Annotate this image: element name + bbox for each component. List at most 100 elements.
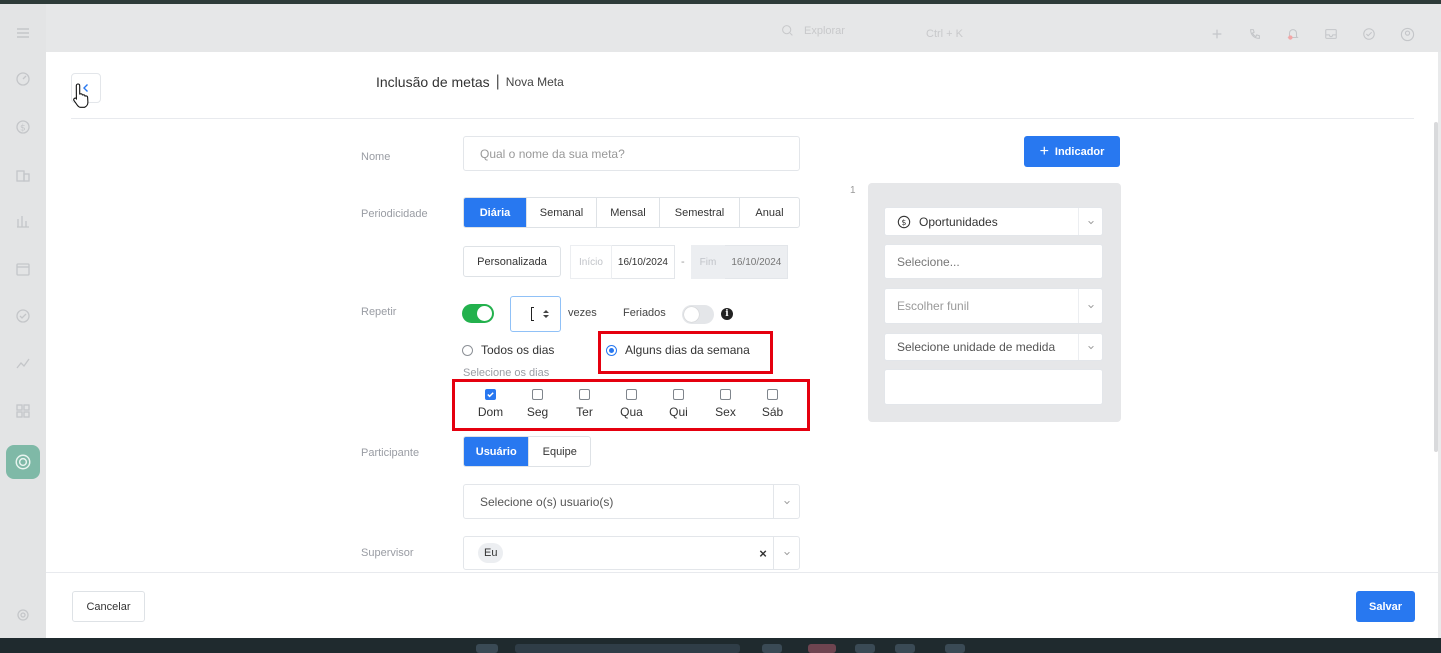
- supervisor-select[interactable]: Eu ×: [463, 536, 800, 570]
- start-date-input[interactable]: 16/10/2024: [611, 245, 675, 279]
- chevron-down-icon[interactable]: [773, 537, 799, 569]
- taskbar-app-icon[interactable]: [808, 644, 836, 653]
- indicator-type-select[interactable]: $ Oportunidades: [884, 207, 1103, 236]
- some-days-radio[interactable]: [606, 344, 617, 356]
- title-separator: |: [495, 73, 500, 90]
- add-indicator-button[interactable]: + Indicador: [1024, 136, 1120, 167]
- dashboard-icon[interactable]: [14, 70, 32, 88]
- target-icon: [15, 454, 31, 470]
- day-ter-checkbox[interactable]: [579, 389, 590, 400]
- calendar-icon[interactable]: [14, 260, 32, 278]
- holidays-toggle[interactable]: [682, 305, 714, 324]
- start-icon[interactable]: [476, 644, 498, 653]
- period-option-semanal[interactable]: Semanal: [527, 198, 597, 227]
- funnel-select[interactable]: Escolher funil: [884, 288, 1103, 324]
- header-divider: [71, 118, 1414, 119]
- date-range: Início 16/10/2024 - Fim 16/10/2024: [570, 245, 789, 279]
- phone-icon[interactable]: [1247, 26, 1263, 42]
- building-icon[interactable]: [14, 166, 32, 184]
- period-option-mensal[interactable]: Mensal: [597, 198, 660, 227]
- day-dom-checkbox[interactable]: [485, 389, 496, 400]
- goal-name-input[interactable]: Qual o nome da sua meta?: [463, 136, 800, 171]
- stepper-arrows-icon[interactable]: [542, 308, 550, 320]
- plus-icon[interactable]: [1209, 26, 1225, 42]
- page-header: Inclusão de metas | Nova Meta: [376, 73, 564, 91]
- all-days-radio[interactable]: [462, 344, 473, 356]
- profile-icon[interactable]: [1399, 26, 1415, 42]
- day-ter-label: Ter: [576, 405, 593, 419]
- all-days-option[interactable]: Todos os dias: [462, 343, 554, 357]
- day-seg-label: Seg: [526, 405, 549, 419]
- clear-icon[interactable]: ×: [753, 546, 773, 561]
- day-dom[interactable]: Dom: [467, 389, 514, 419]
- custom-period-button[interactable]: Personalizada: [463, 246, 561, 277]
- top-bar: Explorar Ctrl + K: [46, 4, 1441, 52]
- top-actions: [1209, 26, 1415, 42]
- day-sab[interactable]: Sáb: [749, 389, 796, 419]
- day-sab-checkbox[interactable]: [767, 389, 778, 400]
- panel-scrollbar[interactable]: [1434, 122, 1438, 452]
- unit-select[interactable]: Selecione unidade de medida: [884, 333, 1103, 361]
- bar-chart-icon[interactable]: [14, 212, 32, 230]
- trend-icon[interactable]: [14, 354, 32, 372]
- check-circle-icon[interactable]: [14, 307, 32, 325]
- end-date-label: Fim: [690, 245, 726, 279]
- day-ter[interactable]: Ter: [561, 389, 608, 419]
- taskbar-app-icon[interactable]: [895, 644, 915, 653]
- repeat-toggle[interactable]: [462, 304, 494, 323]
- dollar-icon[interactable]: $: [14, 118, 32, 136]
- day-sex-checkbox[interactable]: [720, 389, 731, 400]
- taskbar-search[interactable]: [515, 644, 740, 653]
- period-option-anual[interactable]: Anual: [740, 198, 799, 227]
- participant-selector: Usuário Equipe: [463, 436, 591, 467]
- period-option-semestral[interactable]: Semestral: [660, 198, 740, 227]
- plus-icon: +: [1039, 142, 1049, 160]
- end-date-input: 16/10/2024: [725, 245, 789, 279]
- notification-icon[interactable]: [1285, 26, 1301, 42]
- day-seg[interactable]: Seg: [514, 389, 561, 419]
- users-select[interactable]: Selecione o(s) usuario(s): [463, 484, 800, 519]
- chevron-down-icon[interactable]: [1078, 334, 1102, 360]
- day-qui-checkbox[interactable]: [673, 389, 684, 400]
- day-sex[interactable]: Sex: [702, 389, 749, 419]
- select-days-label: Selecione os dias: [463, 367, 550, 379]
- participant-option-equipe[interactable]: Equipe: [529, 437, 590, 466]
- taskbar-app-icon[interactable]: [762, 644, 782, 653]
- supervisor-chip: Eu: [478, 543, 504, 563]
- info-icon[interactable]: i: [721, 308, 733, 320]
- participant-option-usuario[interactable]: Usuário: [464, 437, 530, 466]
- repeat-count-stepper[interactable]: [510, 296, 561, 332]
- repetir-label: Repetir: [361, 306, 397, 318]
- period-option-diaria[interactable]: Diária: [464, 198, 527, 227]
- date-separator: -: [680, 256, 685, 268]
- day-sex-label: Sex: [715, 405, 736, 419]
- times-unit: vezes: [568, 307, 597, 319]
- day-qui[interactable]: Qui: [655, 389, 702, 419]
- settings-icon[interactable]: [14, 606, 32, 624]
- day-qua-checkbox[interactable]: [626, 389, 637, 400]
- svg-text:$: $: [20, 124, 26, 134]
- tasks-icon[interactable]: [1361, 26, 1377, 42]
- cancel-button[interactable]: Cancelar: [72, 591, 145, 622]
- chevron-down-icon[interactable]: [773, 485, 799, 518]
- indicator-type-value: Oportunidades: [919, 214, 998, 229]
- save-button[interactable]: Salvar: [1356, 591, 1415, 622]
- some-days-option[interactable]: Alguns dias da semana: [606, 343, 750, 357]
- taskbar-app-icon[interactable]: [945, 644, 965, 653]
- taskbar-app-icon[interactable]: [855, 644, 875, 653]
- chevron-down-icon[interactable]: [1078, 208, 1102, 235]
- day-seg-checkbox[interactable]: [532, 389, 543, 400]
- day-qua[interactable]: Qua: [608, 389, 655, 419]
- grid-icon[interactable]: [14, 402, 32, 420]
- chevron-down-icon[interactable]: [1078, 289, 1102, 323]
- periodicity-selector: Diária Semanal Mensal Semestral Anual: [463, 197, 800, 228]
- indicator-value-select[interactable]: Selecione...: [884, 244, 1103, 279]
- text-caret: [531, 307, 534, 321]
- goals-nav-item[interactable]: [6, 445, 40, 479]
- menu-icon[interactable]: [14, 24, 32, 42]
- day-dom-label: Dom: [477, 405, 504, 419]
- inbox-icon[interactable]: [1323, 26, 1339, 42]
- goal-value-input[interactable]: [884, 369, 1103, 405]
- global-search[interactable]: Explorar: [781, 24, 845, 37]
- start-date-label: Início: [570, 245, 612, 279]
